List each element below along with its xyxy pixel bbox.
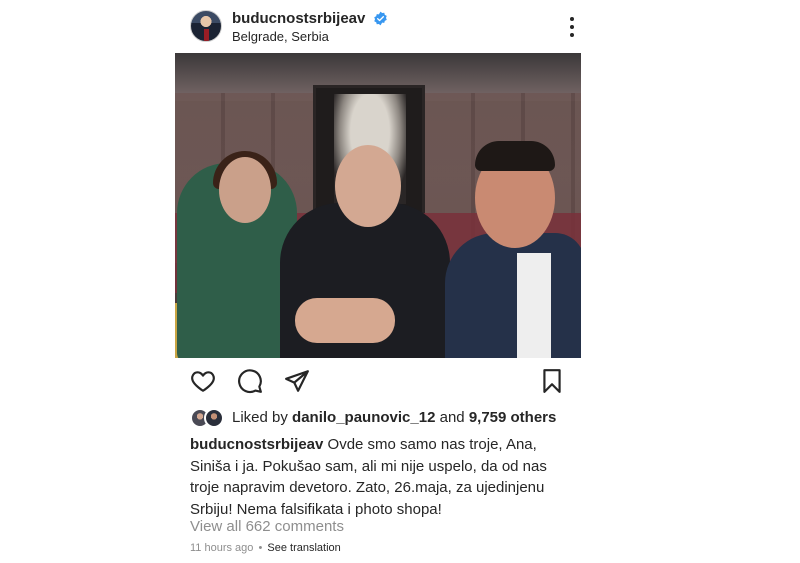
- liker-avatar[interactable]: [204, 408, 224, 428]
- more-options-icon[interactable]: [560, 14, 584, 40]
- location[interactable]: Belgrade, Serbia: [232, 29, 329, 44]
- bookmark-icon[interactable]: [539, 368, 565, 394]
- caption-username[interactable]: buducnostsrbijeav: [190, 436, 323, 453]
- post-meta: 11 hours ago • See translation: [190, 542, 341, 554]
- likes-row: Liked by danilo_paunovic_12 and 9,759 ot…: [190, 408, 585, 430]
- likes-count: 9,759 others: [468, 409, 557, 426]
- comment-icon[interactable]: [237, 368, 263, 394]
- avatar[interactable]: [190, 10, 222, 42]
- action-bar: [190, 368, 570, 396]
- separator: •: [258, 542, 263, 554]
- caption: buducnostsrbijeav Ovde smo samo nas troj…: [190, 434, 578, 520]
- timestamp: 11 hours ago: [190, 542, 254, 554]
- post-header: buducnostsrbijeav Belgrade, Serbia: [190, 8, 585, 46]
- view-all-comments-link[interactable]: View all 662 comments: [190, 518, 344, 535]
- post-photo[interactable]: [175, 53, 581, 358]
- username[interactable]: buducnostsrbijeav: [232, 10, 365, 27]
- paper-plane-icon[interactable]: [284, 368, 310, 394]
- likes-text[interactable]: Liked by danilo_paunovic_12 and 9,759 ot…: [232, 409, 556, 426]
- liker-username: danilo_paunovic_12: [292, 409, 436, 426]
- verified-badge-icon: [374, 11, 387, 26]
- see-translation-link[interactable]: See translation: [267, 542, 340, 554]
- instagram-post: buducnostsrbijeav Belgrade, Serbia Liked…: [175, 0, 585, 563]
- heart-icon[interactable]: [190, 368, 216, 394]
